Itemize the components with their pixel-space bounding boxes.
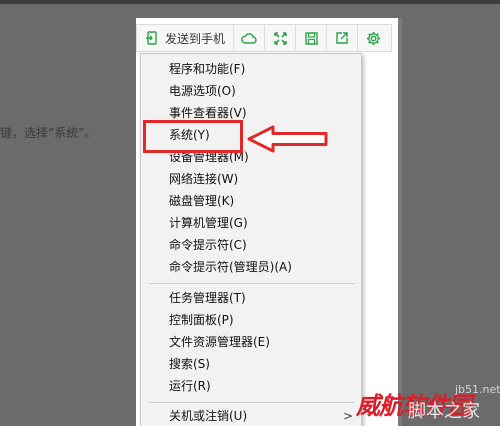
send-to-phone-label: 发送到手机 [165, 31, 226, 46]
watermark-site-white: 脚本之家 [408, 401, 480, 422]
pointer-arrow-icon [247, 125, 328, 153]
save-icon [304, 31, 318, 45]
share-icon [335, 31, 349, 45]
highlight-box [143, 120, 243, 153]
menu-item-label: 关机或注销(U) [169, 409, 248, 423]
watermark-site-small: jb51.net [455, 383, 500, 396]
menu-item-network-connections[interactable]: 网络连接(W) [141, 168, 361, 190]
cloud-button[interactable] [234, 25, 266, 51]
menu-item-power-options[interactable]: 电源选项(O) [141, 80, 361, 102]
settings-button[interactable] [358, 25, 389, 51]
menu-item-command-prompt[interactable]: 命令提示符(C) [141, 234, 361, 256]
menu-item-command-prompt-admin[interactable]: 命令提示符(管理员)(A) [141, 256, 361, 278]
instruction-text: 键，选择“系统”。 [0, 126, 97, 140]
menu-item-search[interactable]: 搜索(S) [141, 353, 361, 375]
menu-item-control-panel[interactable]: 控制面板(P) [141, 309, 361, 331]
menu-item-task-manager[interactable]: 任务管理器(T) [141, 287, 361, 309]
save-button[interactable] [296, 25, 328, 51]
fullscreen-button[interactable] [265, 25, 297, 51]
menu-item-run[interactable]: 运行(R) [141, 375, 361, 397]
menu-item-file-explorer[interactable]: 文件资源管理器(E) [141, 331, 361, 353]
menu-separator [149, 402, 355, 403]
menu-item-disk-management[interactable]: 磁盘管理(K) [141, 190, 361, 212]
menu-item-shutdown-signout[interactable]: 关机或注销(U) > [141, 405, 361, 426]
share-button[interactable] [327, 25, 359, 51]
chevron-right-icon: > [342, 409, 353, 423]
send-to-phone-button[interactable]: 发送到手机 [137, 25, 235, 51]
send-to-phone-icon [145, 31, 159, 45]
toolbar: 发送到手机 [136, 24, 392, 52]
winx-context-menu: 程序和功能(F) 电源选项(O) 事件查看器(V) 系统(Y) 设备管理器(M)… [140, 53, 362, 426]
page-edge [398, 18, 402, 426]
cloud-icon [241, 32, 257, 44]
menu-separator [149, 283, 355, 284]
menu-item-programs-features[interactable]: 程序和功能(F) [141, 58, 361, 80]
gear-icon [366, 31, 381, 46]
top-bar [0, 0, 500, 4]
menu-item-computer-management[interactable]: 计算机管理(G) [141, 212, 361, 234]
fullscreen-icon [273, 31, 287, 45]
